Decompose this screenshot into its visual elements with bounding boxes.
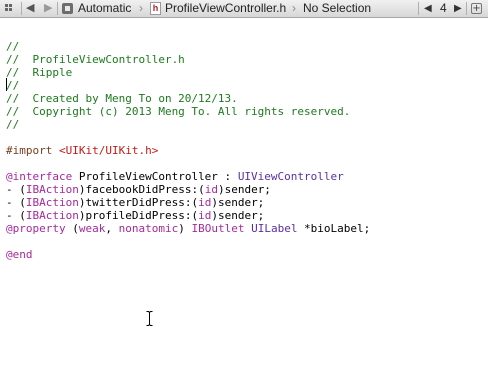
scheme-icon [62, 3, 73, 14]
code-line-comment: // [6, 79, 20, 92]
iboutlet-keyword: IBOutlet [191, 222, 245, 235]
uilabel-type: UILabel [251, 222, 298, 235]
issue-count: 4 [440, 1, 447, 15]
import-directive: #import [6, 144, 59, 157]
add-editor-icon[interactable]: + [471, 3, 482, 14]
method-prefix: - ( [6, 209, 26, 222]
next-issue-icon[interactable]: ▶ [454, 0, 464, 17]
code-line-action: - (IBAction)profileDidPress:(id)sender; [6, 209, 264, 222]
jumpbar-separator [418, 2, 419, 15]
ibaction-keyword: IBAction [25, 196, 79, 209]
property-paren: ) [178, 222, 192, 235]
method-name: )profileDidPress:( [78, 209, 199, 222]
xcode-editor-window: ◀ ▶ Automatic › h ProfileViewController.… [0, 0, 488, 368]
jump-bar: ◀ ▶ Automatic › h ProfileViewController.… [0, 0, 488, 18]
method-name: )twitterDidPress:( [78, 196, 199, 209]
text-caret [6, 78, 7, 91]
ibaction-keyword: IBAction [25, 183, 79, 196]
property-comma: , [105, 222, 119, 235]
method-prefix: - ( [6, 183, 26, 196]
scheme-selector[interactable]: Automatic [78, 0, 131, 17]
method-tail: )sender; [211, 196, 265, 209]
jumpbar-separator [57, 2, 58, 15]
code-line-comment: // ProfileViewController.h [6, 53, 185, 66]
code-line-comment: // Copyright (c) 2013 Meng To. All right… [6, 105, 351, 118]
code-line-interface: @interface ProfileViewController : UIVie… [6, 170, 344, 183]
related-items-icon[interactable] [4, 0, 20, 17]
back-arrow-icon[interactable]: ◀ [26, 0, 38, 17]
code-line-action: - (IBAction)twitterDidPress:(id)sender; [6, 196, 264, 209]
method-prefix: - ( [6, 196, 26, 209]
method-name: )facebookDidPress:( [78, 183, 205, 196]
code-line-comment: // [6, 40, 20, 53]
method-tail: )sender; [217, 183, 271, 196]
code-line-comment: // Created by Meng To on 20/12/13. [6, 92, 238, 105]
id-keyword: id [198, 209, 212, 222]
property-paren: ( [65, 222, 79, 235]
method-tail: )sender; [211, 209, 265, 222]
class-name: ProfileViewController : [72, 170, 238, 183]
code-line-property: @property (weak, nonatomic) IBOutlet UIL… [6, 222, 370, 235]
ibaction-keyword: IBAction [25, 209, 79, 222]
code-line-comment: // [6, 118, 20, 131]
jumpbar-separator [466, 2, 467, 15]
previous-issue-icon[interactable]: ◀ [424, 0, 434, 17]
forward-arrow-icon[interactable]: ▶ [44, 0, 56, 17]
code-editor[interactable]: // // ProfileViewController.h // Ripple … [0, 38, 488, 368]
jumpbar-separator [21, 2, 22, 15]
code-line-end: @end [6, 248, 33, 261]
code-line-comment: // Ripple [6, 66, 73, 79]
header-file-icon: h [150, 2, 161, 15]
chevron-right-icon: › [292, 1, 296, 15]
id-keyword: id [198, 196, 212, 209]
code-line-import: #import <UIKit/UIKit.h> [6, 144, 158, 157]
chevron-right-icon: › [139, 1, 143, 15]
symbol-selector[interactable]: No Selection [303, 0, 371, 17]
nonatomic-keyword: nonatomic [118, 222, 179, 235]
file-selector[interactable]: ProfileViewController.h [165, 0, 286, 17]
id-keyword: id [204, 183, 218, 196]
import-path: <UIKit/UIKit.h> [58, 144, 159, 157]
interface-keyword: @interface [6, 170, 73, 183]
ibeam-cursor-icon [146, 311, 153, 326]
property-keyword: @property [6, 222, 66, 235]
superclass-name: UIViewController [237, 170, 344, 183]
code-line-action: - (IBAction)facebookDidPress:(id)sender; [6, 183, 271, 196]
property-name: *bioLabel; [297, 222, 371, 235]
weak-keyword: weak [78, 222, 106, 235]
